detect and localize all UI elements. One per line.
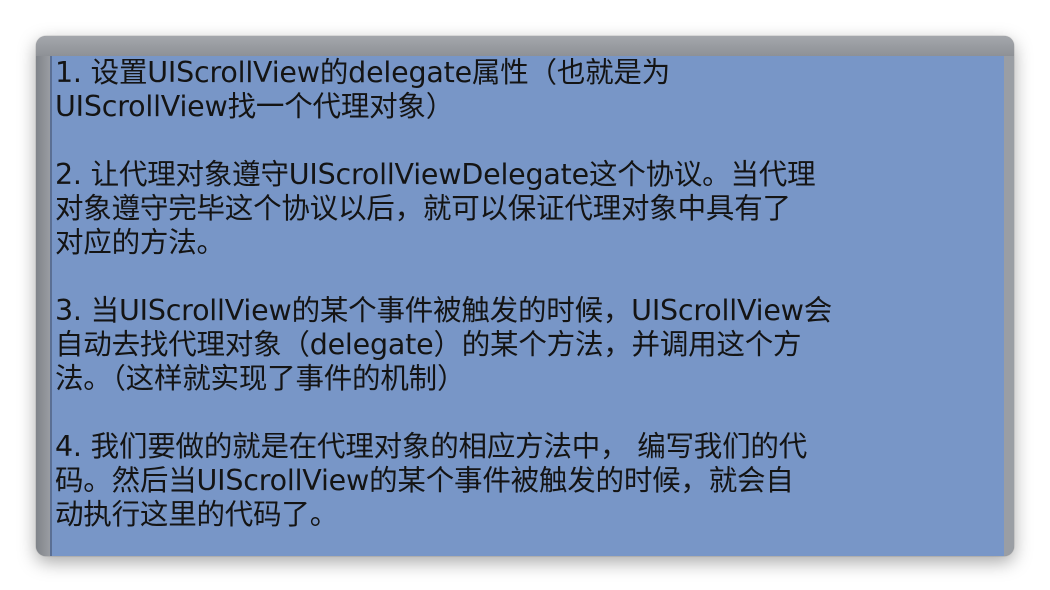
slide-content-area: 1. 设置UIScrollView的delegate属性（也就是为 UIScro… [50,56,1004,556]
paragraph-3-line-2: 自动去找代理对象（delegate）的某个方法，并调用这个方 [55,328,802,361]
paragraph-3-line-1: 3. 当UIScrollView的某个事件被触发的时候，UIScrollView… [55,294,833,327]
window-right-edge [1004,56,1014,556]
paragraph-2: 2. 让代理对象遵守UIScrollViewDelegate这个协议。当代理 对… [55,158,1004,260]
paragraph-4-line-3: 动执行这里的代码了。 [55,498,339,531]
paragraph-2-line-3: 对应的方法。 [55,226,225,259]
window-title-bar [36,36,1014,56]
paragraph-1-line-2: UIScrollView找一个代理对象） [55,90,455,123]
paragraph-1-line-1: 1. 设置UIScrollView的delegate属性（也就是为 [55,56,671,89]
paragraph-2-line-1: 2. 让代理对象遵守UIScrollViewDelegate这个协议。当代理 [55,158,816,191]
paragraph-1: 1. 设置UIScrollView的delegate属性（也就是为 UIScro… [55,56,1004,124]
paragraph-2-line-2: 对象遵守完毕这个协议以后，就可以保证代理对象中具有了 [55,192,791,225]
presentation-window: 1. 设置UIScrollView的delegate属性（也就是为 UIScro… [36,36,1014,556]
paragraph-3-line-3: 法。（这样就实现了事件的机制） [55,362,466,395]
window-left-edge [36,56,50,556]
paragraph-3: 3. 当UIScrollView的某个事件被触发的时候，UIScrollView… [55,294,1004,396]
slide-text: 1. 设置UIScrollView的delegate属性（也就是为 UIScro… [55,56,1004,556]
paragraph-4-line-2: 码。然后当UIScrollView的某个事件被触发的时候，就会自 [55,464,794,497]
paragraph-4-line-1: 4. 我们要做的就是在代理对象的相应方法中， 编写我们的代 [55,430,808,463]
paragraph-4: 4. 我们要做的就是在代理对象的相应方法中， 编写我们的代 码。然后当UIScr… [55,430,1004,532]
